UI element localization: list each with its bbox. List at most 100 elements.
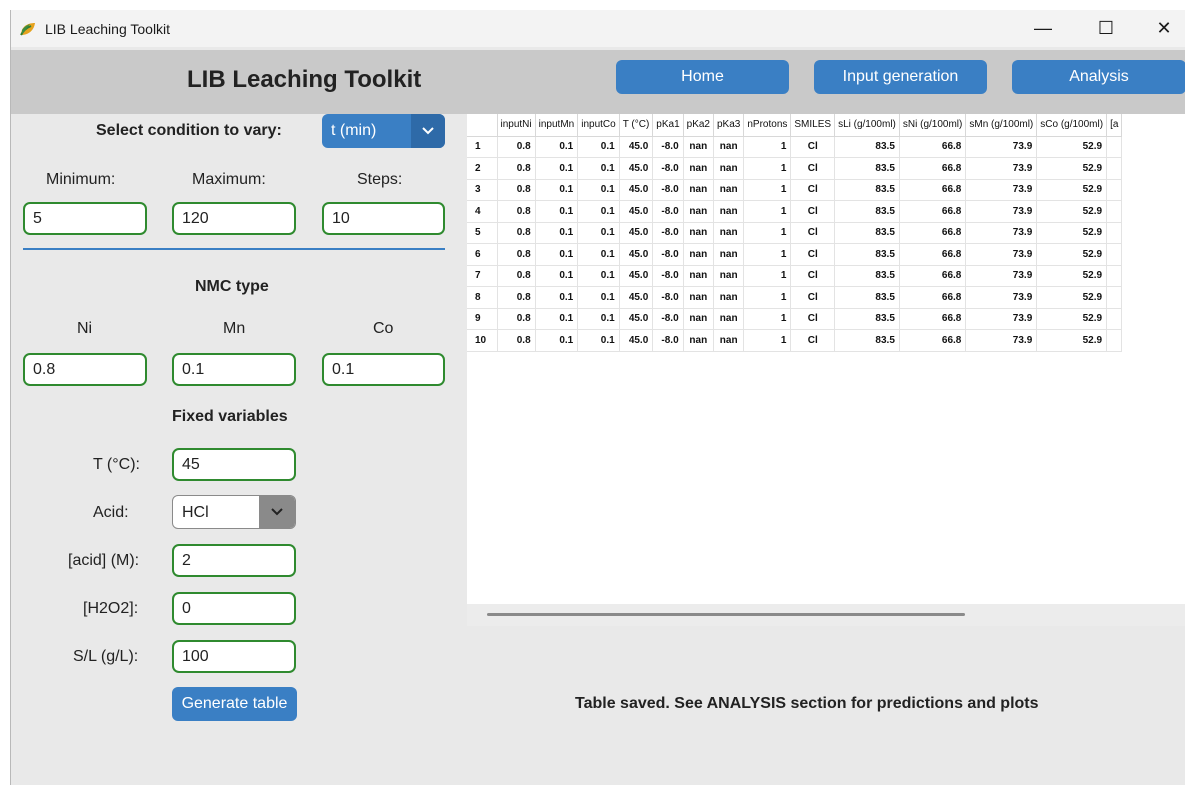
table-row[interactable]: 8 0.8 0.1 0.1 45.0 -8.0 nan nan 1 Cl 83.5 66.8 73.9 5… <box>467 286 1123 309</box>
table-cell[interactable]: 66.8 <box>899 179 967 201</box>
chevron-down-icon[interactable] <box>411 114 445 148</box>
table-cell[interactable]: 0.1 <box>577 136 620 158</box>
table-cell[interactable]: nan <box>713 308 745 330</box>
table-cell[interactable]: 45.0 <box>619 243 654 266</box>
table-cell[interactable]: 73.9 <box>965 308 1038 330</box>
h2o2-input[interactable]: 0 <box>172 592 296 625</box>
table-cell[interactable]: Cl <box>790 157 836 180</box>
table-cell[interactable]: 52.9 <box>1036 265 1108 287</box>
scrollbar-thumb[interactable] <box>487 613 965 616</box>
nav-analysis-button[interactable]: Analysis <box>1012 60 1185 94</box>
table-cell[interactable]: nan <box>683 157 715 180</box>
table-cell[interactable] <box>1106 265 1123 287</box>
table-cell[interactable]: nan <box>713 329 745 352</box>
table-cell[interactable]: 66.8 <box>899 329 967 352</box>
table-cell[interactable]: 83.5 <box>834 243 900 266</box>
column-header[interactable]: nProtons <box>743 114 792 137</box>
table-cell[interactable]: 66.8 <box>899 200 967 223</box>
table-cell[interactable]: nan <box>713 179 745 201</box>
column-header[interactable]: inputMn <box>535 114 579 137</box>
column-header[interactable]: inputNi <box>497 114 536 137</box>
table-cell[interactable]: 0.1 <box>577 286 620 309</box>
table-cell[interactable]: 0.1 <box>577 200 620 223</box>
table-cell[interactable]: -8.0 <box>652 265 684 287</box>
table-cell[interactable]: Cl <box>790 179 836 201</box>
minimum-input[interactable]: 5 <box>23 202 147 235</box>
chevron-down-icon[interactable] <box>259 496 295 528</box>
table-cell[interactable]: 0.8 <box>497 286 536 309</box>
acid-select[interactable]: HCl <box>172 495 296 529</box>
table-cell[interactable] <box>1106 136 1123 158</box>
column-header[interactable]: sLi (g/100ml) <box>834 114 900 137</box>
minimize-button[interactable]: — <box>1020 10 1066 47</box>
column-header[interactable]: inputCo <box>577 114 620 137</box>
ni-input[interactable]: 0.8 <box>23 353 147 386</box>
table-cell[interactable]: -8.0 <box>652 286 684 309</box>
table-cell[interactable]: 83.5 <box>834 200 900 223</box>
table-row[interactable]: 7 0.8 0.1 0.1 45.0 -8.0 nan nan 1 Cl 83.5 66.8 73.9 5… <box>467 265 1123 287</box>
column-header[interactable]: pKa3 <box>713 114 745 137</box>
table-cell[interactable]: 0.8 <box>497 136 536 158</box>
table-cell[interactable]: 1 <box>743 243 792 266</box>
table-cell[interactable]: 0.8 <box>497 179 536 201</box>
table-cell[interactable]: 45.0 <box>619 265 654 287</box>
table-cell[interactable] <box>1106 200 1123 223</box>
table-cell[interactable]: 73.9 <box>965 243 1038 266</box>
table-cell[interactable]: 0.8 <box>497 222 536 244</box>
nav-home-button[interactable]: Home <box>616 60 789 94</box>
table-cell[interactable]: 66.8 <box>899 265 967 287</box>
table-cell[interactable]: 0.8 <box>497 265 536 287</box>
table-cell[interactable]: 0.1 <box>577 179 620 201</box>
horizontal-scrollbar[interactable] <box>467 604 1185 626</box>
column-header[interactable]: sCo (g/100ml) <box>1036 114 1108 137</box>
table-cell[interactable]: 73.9 <box>965 222 1038 244</box>
table-row[interactable]: 5 0.8 0.1 0.1 45.0 -8.0 nan nan 1 Cl 83.5 66.8 73.9 5… <box>467 222 1123 244</box>
maximum-input[interactable]: 120 <box>172 202 296 235</box>
table-cell[interactable]: 83.5 <box>834 179 900 201</box>
table-cell[interactable]: -8.0 <box>652 157 684 180</box>
column-header[interactable]: sNi (g/100ml) <box>899 114 967 137</box>
table-cell[interactable]: 1 <box>743 329 792 352</box>
table-cell[interactable]: Cl <box>790 243 836 266</box>
table-cell[interactable]: 0.1 <box>535 243 579 266</box>
table-cell[interactable]: 52.9 <box>1036 179 1108 201</box>
table-cell[interactable]: 73.9 <box>965 265 1038 287</box>
close-button[interactable]: ✕ <box>1141 10 1185 47</box>
table-cell[interactable]: 66.8 <box>899 157 967 180</box>
table-cell[interactable]: nan <box>713 200 745 223</box>
table-row[interactable]: 2 0.8 0.1 0.1 45.0 -8.0 nan nan 1 Cl 83.5 66.8 73.9 5… <box>467 157 1123 180</box>
table-cell[interactable]: 83.5 <box>834 157 900 180</box>
table-cell[interactable]: 1 <box>743 200 792 223</box>
table-cell[interactable]: nan <box>683 136 715 158</box>
table-cell[interactable]: nan <box>683 286 715 309</box>
table-cell[interactable]: 66.8 <box>899 308 967 330</box>
table-row[interactable]: 4 0.8 0.1 0.1 45.0 -8.0 nan nan 1 Cl 83.5 66.8 73.9 5… <box>467 200 1123 223</box>
table-cell[interactable]: Cl <box>790 136 836 158</box>
nav-input-generation-button[interactable]: Input generation <box>814 60 987 94</box>
table-cell[interactable]: nan <box>683 200 715 223</box>
table-cell[interactable]: 73.9 <box>965 136 1038 158</box>
table-cell[interactable]: 83.5 <box>834 265 900 287</box>
table-cell[interactable]: 52.9 <box>1036 286 1108 309</box>
table-cell[interactable]: nan <box>713 265 745 287</box>
solid-liquid-ratio-input[interactable]: 100 <box>172 640 296 673</box>
table-cell[interactable]: 45.0 <box>619 222 654 244</box>
maximize-button[interactable]: ☐ <box>1083 10 1129 47</box>
table-cell[interactable]: Cl <box>790 329 836 352</box>
table-row[interactable]: 3 0.8 0.1 0.1 45.0 -8.0 nan nan 1 Cl 83.5 66.8 73.9 5… <box>467 179 1123 201</box>
table-cell[interactable]: 45.0 <box>619 286 654 309</box>
table-cell[interactable]: 0.1 <box>577 265 620 287</box>
table-cell[interactable]: nan <box>683 243 715 266</box>
table-row[interactable]: 9 0.8 0.1 0.1 45.0 -8.0 nan nan 1 Cl 83.5 66.8 73.9 5… <box>467 308 1123 330</box>
table-cell[interactable] <box>1106 222 1123 244</box>
table-cell[interactable]: 0.1 <box>577 157 620 180</box>
table-cell[interactable]: 0.8 <box>497 243 536 266</box>
table-cell[interactable]: 52.9 <box>1036 157 1108 180</box>
table-cell[interactable]: 73.9 <box>965 157 1038 180</box>
table-cell[interactable]: 0.8 <box>497 200 536 223</box>
table-cell[interactable]: 0.1 <box>535 157 579 180</box>
table-row[interactable]: 6 0.8 0.1 0.1 45.0 -8.0 nan nan 1 Cl 83.5 66.8 73.9 5… <box>467 243 1123 266</box>
table-cell[interactable]: 1 <box>743 136 792 158</box>
steps-input[interactable]: 10 <box>322 202 445 235</box>
table-cell[interactable]: 83.5 <box>834 222 900 244</box>
